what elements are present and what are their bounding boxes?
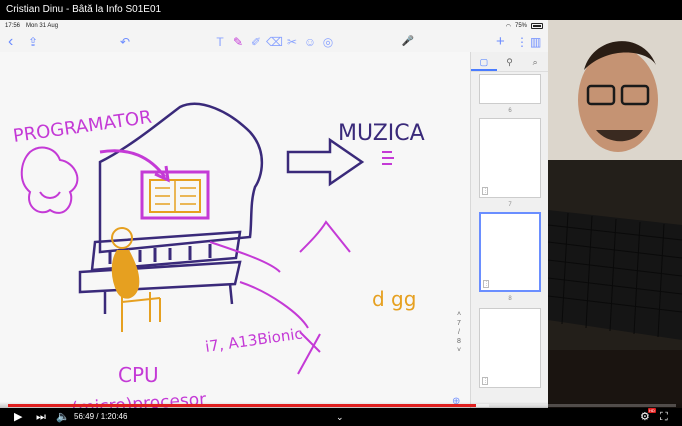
label-muzica: MUZICA xyxy=(338,121,425,146)
eraser-tool-icon[interactable]: ⌫ xyxy=(266,34,283,50)
play-icon[interactable]: ▶ xyxy=(14,410,22,424)
piano-lower-shape xyxy=(78,260,242,294)
video-title: Cristian Dinu - Bâtă la Info S01E01 xyxy=(0,0,682,20)
music-marks xyxy=(382,151,394,165)
video-player[interactable]: Cristian Dinu - Bâtă la Info S01E01 17:5… xyxy=(0,0,682,426)
webcam-image xyxy=(548,20,682,408)
pianist-body xyxy=(111,249,140,299)
music-sheet-lines xyxy=(155,180,196,212)
page-thumbnail-7[interactable]: ⋮ xyxy=(479,212,541,292)
programmer-smile xyxy=(39,191,61,199)
current-time: 56:49 xyxy=(74,412,95,421)
player-controls: ▶ ⏭ 🔈 56:49 / 1:20:46 ⌄ ⚙ HD ⛶ xyxy=(0,402,682,426)
sticker-tool-icon[interactable]: ☺ xyxy=(302,34,318,50)
label-programator: PROGRAMATOR xyxy=(12,107,153,147)
pages-view-button[interactable]: ▥ xyxy=(530,32,541,52)
status-bar: 17:56 Mon 31 Aug ◠ 75% xyxy=(0,20,548,32)
page-number-7: 7 xyxy=(508,202,512,208)
mic-icon[interactable]: 🎤 xyxy=(400,34,416,50)
handwritten-drawing: PROGRAMATOR MUZICA d gg i7, A13Bionic CP… xyxy=(12,102,425,408)
time-display: 56:49 / 1:20:46 xyxy=(74,412,127,421)
page-thumbnail-6[interactable]: ⋮ xyxy=(479,118,541,198)
shape-tool-icon[interactable]: ◎ xyxy=(320,34,336,50)
thumbnail-menu-icon[interactable]: ⋮ xyxy=(482,187,488,195)
page-number-8: 8 xyxy=(508,296,512,302)
page-thumbnail-8[interactable]: ⋮ xyxy=(479,308,541,388)
pianist-head xyxy=(111,227,133,249)
page-thumbnails-sidebar: ▢ ⚲ ⌕ 6 ⋮ 7 ⋮ 8 ⋮ xyxy=(470,52,548,408)
page-number-6: 6 xyxy=(508,108,512,114)
pager-divider: / xyxy=(458,329,460,336)
status-right: ◠ 75% xyxy=(506,23,543,30)
hd-badge: HD xyxy=(648,408,656,413)
chapter-chevron-icon[interactable]: ⌄ xyxy=(336,410,344,424)
programmer-head-shape xyxy=(20,146,79,214)
undo-button[interactable]: ↶ xyxy=(120,32,130,52)
page-indicator: ˄ 7 / 8 ˅ xyxy=(452,310,466,355)
pager-current: 7 xyxy=(457,320,461,327)
thumbnail-menu-icon[interactable]: ⋮ xyxy=(482,377,488,385)
pen-tool-icon[interactable]: ✎ xyxy=(230,34,246,50)
thumbnail-menu-icon[interactable]: ⋮ xyxy=(483,280,489,288)
text-tool-icon[interactable]: T xyxy=(212,34,228,50)
wifi-icon: ◠ xyxy=(505,23,511,30)
progress-bar[interactable] xyxy=(8,404,676,407)
highlighter-tool-icon[interactable]: ✐ xyxy=(248,34,264,50)
volume-icon[interactable]: 🔈 xyxy=(56,410,70,424)
notes-canvas[interactable]: PROGRAMATOR MUZICA d gg i7, A13Bionic CP… xyxy=(0,52,470,408)
next-icon[interactable]: ⏭ xyxy=(36,410,46,424)
status-date: Mon 31 Aug xyxy=(26,23,59,29)
label-dgg: d gg xyxy=(372,287,416,311)
status-time: 17:56 xyxy=(5,23,21,29)
share-button[interactable]: ⇪ xyxy=(28,32,38,52)
duration: 1:20:46 xyxy=(100,412,128,421)
bookmarks-tab-icon[interactable]: ⚲ xyxy=(497,52,523,71)
pager-up-icon[interactable]: ˄ xyxy=(452,310,466,319)
back-button[interactable]: ‹ xyxy=(8,32,13,52)
more-menu-button[interactable]: ⋮ xyxy=(516,32,528,52)
battery-percent: 75% xyxy=(514,23,527,29)
notes-toolbar: ‹ ⇪ ↶ T ✎ ✐ ⌫ ✂ ☺ ◎ 🎤 + ⋮ ▥ xyxy=(0,32,548,52)
label-chips: i7, A13Bionic xyxy=(204,324,304,355)
ipad-screen: 17:56 Mon 31 Aug ◠ 75% ‹ ⇪ ↶ T ✎ ✐ ⌫ ✂ ☺… xyxy=(0,20,548,408)
lasso-tool-icon[interactable]: ✂ xyxy=(284,34,300,50)
big-right-arrow xyxy=(286,137,365,187)
sidebar-tabs: ▢ ⚲ ⌕ xyxy=(471,52,548,72)
fullscreen-exit-icon[interactable]: ⛶ xyxy=(660,410,668,424)
battery-icon xyxy=(531,23,543,29)
search-tab-icon[interactable]: ⌕ xyxy=(522,52,548,71)
pager-total: 8 xyxy=(457,338,461,345)
webcam-video-feed xyxy=(548,20,682,408)
thumbnails-tab-icon[interactable]: ▢ xyxy=(471,52,497,71)
page-thumbnail-5[interactable] xyxy=(479,74,541,104)
label-cpu: CPU xyxy=(118,363,159,387)
add-page-button[interactable]: + xyxy=(496,32,505,52)
progress-played xyxy=(8,404,476,407)
pager-down-icon[interactable]: ˅ xyxy=(452,346,466,355)
